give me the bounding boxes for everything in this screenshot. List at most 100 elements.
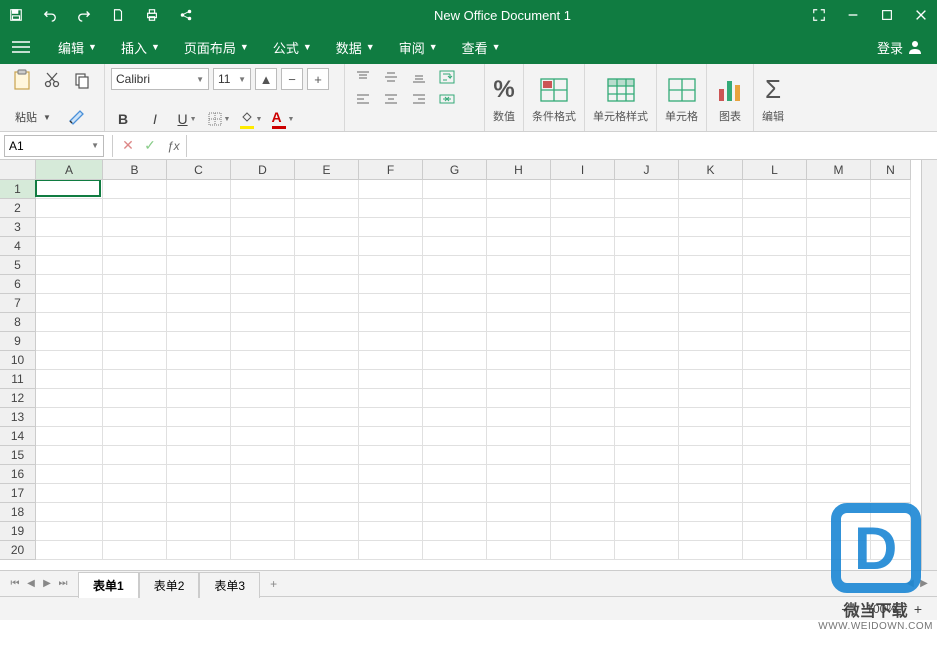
cell[interactable] <box>551 503 615 522</box>
grow-font-icon[interactable]: ▲ <box>255 68 277 90</box>
cell[interactable] <box>551 370 615 389</box>
cell[interactable] <box>807 484 871 503</box>
cell[interactable] <box>295 503 359 522</box>
cell[interactable] <box>807 180 871 199</box>
cell[interactable] <box>487 180 551 199</box>
cell[interactable] <box>103 408 167 427</box>
cell[interactable] <box>167 389 231 408</box>
italic-button[interactable]: I <box>143 109 167 129</box>
cell[interactable] <box>167 199 231 218</box>
column-header[interactable]: H <box>487 160 551 180</box>
cell[interactable] <box>679 427 743 446</box>
column-header[interactable]: E <box>295 160 359 180</box>
cell[interactable] <box>36 465 103 484</box>
row-header[interactable]: 19 <box>0 522 36 541</box>
cell[interactable] <box>743 370 807 389</box>
cell[interactable] <box>423 484 487 503</box>
cell[interactable] <box>743 180 807 199</box>
cell[interactable] <box>679 313 743 332</box>
cell[interactable] <box>551 541 615 560</box>
cell[interactable] <box>36 427 103 446</box>
zoom-out-button[interactable]: − <box>836 601 854 617</box>
cell[interactable] <box>743 389 807 408</box>
cell[interactable] <box>615 256 679 275</box>
cell[interactable] <box>231 218 295 237</box>
cell[interactable] <box>743 256 807 275</box>
cell[interactable] <box>167 256 231 275</box>
cell[interactable] <box>231 237 295 256</box>
cell[interactable] <box>807 313 871 332</box>
last-sheet-button[interactable]: ⏭ <box>56 578 70 589</box>
menu-item-插入[interactable]: 插入▼ <box>109 38 172 57</box>
cell[interactable] <box>103 313 167 332</box>
cell[interactable] <box>423 199 487 218</box>
cell[interactable] <box>743 313 807 332</box>
cell[interactable] <box>103 427 167 446</box>
align-top-icon[interactable] <box>351 68 375 86</box>
cell[interactable] <box>167 408 231 427</box>
row-header[interactable]: 9 <box>0 332 36 351</box>
row-header[interactable]: 12 <box>0 389 36 408</box>
cell[interactable] <box>807 256 871 275</box>
wrap-text-icon[interactable] <box>435 68 459 86</box>
cell[interactable] <box>103 237 167 256</box>
scroll-left-button[interactable]: ◀ <box>903 578 917 589</box>
cell[interactable] <box>167 541 231 560</box>
row-header[interactable]: 1 <box>0 180 36 199</box>
cell[interactable] <box>359 332 423 351</box>
cell[interactable] <box>871 332 911 351</box>
cell[interactable] <box>103 275 167 294</box>
cell[interactable] <box>295 541 359 560</box>
menu-item-查看[interactable]: 查看▼ <box>450 38 513 57</box>
menu-item-编辑[interactable]: 编辑▼ <box>46 38 109 57</box>
sheet-tab[interactable]: 表单3 <box>199 572 260 598</box>
cell[interactable] <box>551 484 615 503</box>
cell[interactable] <box>231 370 295 389</box>
row-header[interactable]: 2 <box>0 199 36 218</box>
cell[interactable] <box>359 180 423 199</box>
cell[interactable] <box>295 313 359 332</box>
grow-font-button[interactable]: + <box>307 68 329 90</box>
cell[interactable] <box>487 484 551 503</box>
cell[interactable] <box>551 522 615 541</box>
cell[interactable] <box>423 180 487 199</box>
cell[interactable] <box>807 503 871 522</box>
cell[interactable] <box>231 351 295 370</box>
cell[interactable] <box>807 427 871 446</box>
cell[interactable] <box>103 465 167 484</box>
cell[interactable] <box>359 465 423 484</box>
cell[interactable] <box>615 465 679 484</box>
cells-button[interactable]: 单元格 <box>657 64 707 131</box>
undo-icon[interactable] <box>42 7 58 23</box>
cell[interactable] <box>871 503 911 522</box>
cell[interactable] <box>871 237 911 256</box>
cell[interactable] <box>551 446 615 465</box>
cell[interactable] <box>551 199 615 218</box>
cell[interactable] <box>743 218 807 237</box>
cell[interactable] <box>167 332 231 351</box>
maximize-icon[interactable] <box>879 7 895 23</box>
cell[interactable] <box>103 294 167 313</box>
cell[interactable] <box>295 199 359 218</box>
cell[interactable] <box>743 465 807 484</box>
cell[interactable] <box>167 446 231 465</box>
cell[interactable] <box>487 427 551 446</box>
save-icon[interactable] <box>8 7 24 23</box>
underline-button[interactable]: U▼ <box>175 109 199 129</box>
column-header[interactable]: F <box>359 160 423 180</box>
cell[interactable] <box>423 503 487 522</box>
cell[interactable] <box>679 199 743 218</box>
cell[interactable] <box>359 427 423 446</box>
cell[interactable] <box>359 389 423 408</box>
cell[interactable] <box>36 275 103 294</box>
chevron-down-icon[interactable]: ▼ <box>43 113 51 122</box>
cell[interactable] <box>36 351 103 370</box>
cell[interactable] <box>423 408 487 427</box>
cell[interactable] <box>487 313 551 332</box>
cell[interactable] <box>551 351 615 370</box>
cell[interactable] <box>743 294 807 313</box>
row-header[interactable]: 16 <box>0 465 36 484</box>
next-sheet-button[interactable]: ▶ <box>40 578 54 589</box>
cell[interactable] <box>551 256 615 275</box>
cell[interactable] <box>231 313 295 332</box>
